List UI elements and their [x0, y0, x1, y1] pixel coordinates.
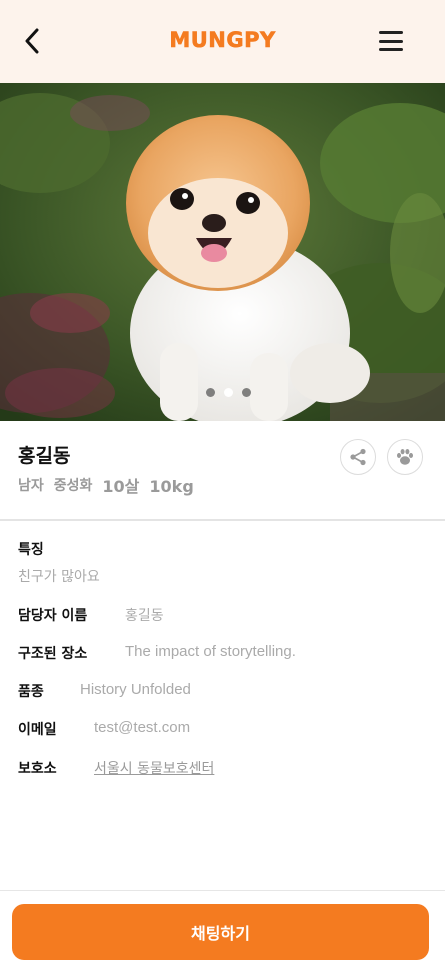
breed-label: 품종 [18, 684, 44, 700]
share-button[interactable] [340, 439, 376, 475]
carousel-dot[interactable] [242, 388, 251, 397]
hamburger-menu-icon[interactable] [377, 28, 405, 54]
features-label: 특징 [18, 542, 44, 558]
app-header: MUNGPY [0, 0, 445, 83]
manager-value: 홍길동 [125, 608, 164, 624]
email-label: 이메일 [18, 722, 57, 738]
paw-icon [397, 449, 413, 465]
carousel-dot[interactable] [206, 388, 215, 397]
like-paw-button[interactable] [387, 439, 423, 475]
email-value: test@test.com [94, 719, 191, 736]
rescue-location-label: 구조된 장소 [18, 646, 88, 662]
breed-value: History Unfolded [80, 681, 191, 698]
shelter-link[interactable]: 서울시 동물보호센터 [94, 758, 214, 778]
carousel-indicator[interactable] [0, 388, 445, 397]
pet-neutered: 중성화 [53, 478, 93, 494]
shelter-label: 보호소 [18, 761, 57, 777]
pet-weight: 10kg [149, 477, 194, 496]
pet-photo-carousel[interactable] [0, 83, 445, 421]
footer-divider [0, 890, 445, 891]
share-icon [350, 448, 366, 466]
pet-age: 10살 [102, 477, 140, 496]
chat-button[interactable]: 채팅하기 [12, 904, 429, 960]
pet-gender: 남자 [18, 478, 44, 494]
rescue-location-value: The impact of storytelling. [125, 643, 296, 660]
pet-photo [0, 83, 445, 421]
features-value: 친구가 많아요 [18, 569, 100, 585]
manager-label: 담당자 이름 [18, 608, 88, 624]
pet-name: 홍길동 [18, 445, 71, 467]
section-divider [0, 519, 445, 521]
pet-meta: 남자 중성화 10살 10kg [18, 477, 194, 496]
carousel-dot-active[interactable] [224, 388, 233, 397]
